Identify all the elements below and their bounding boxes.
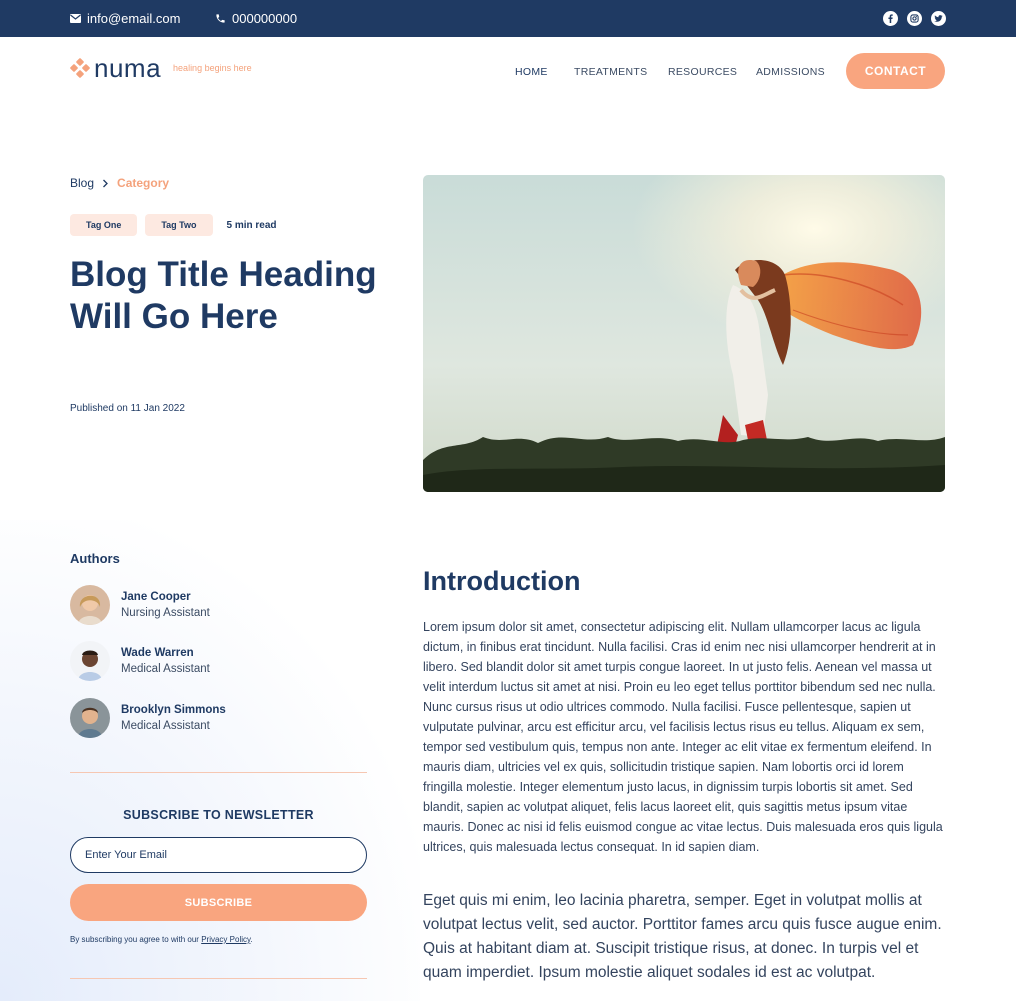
- newsletter-email-input[interactable]: [70, 837, 367, 873]
- tag-two[interactable]: Tag Two: [145, 214, 213, 236]
- phone-text: 000000000: [232, 11, 298, 26]
- article-heading: Introduction: [423, 566, 581, 596]
- email-text: info@email.com: [87, 11, 181, 26]
- contact-button[interactable]: CONTACT: [846, 53, 945, 89]
- twitter-icon[interactable]: [931, 11, 946, 26]
- privacy-policy-link[interactable]: Privacy Policy: [201, 935, 250, 944]
- hero-image: [423, 175, 945, 492]
- avatar: [70, 585, 110, 625]
- article-paragraph: Eget quis mi enim, leo lacinia pharetra,…: [423, 892, 942, 981]
- logo-name: numa: [94, 53, 162, 83]
- published-date: Published on 11 Jan 2022: [70, 403, 185, 414]
- divider: [70, 978, 367, 979]
- author-role: Medical Assistant: [121, 719, 210, 732]
- avatar: [70, 641, 110, 681]
- logo[interactable]: numa healing begins here: [69, 53, 252, 83]
- nav-treatments[interactable]: TREATMENTS: [574, 66, 647, 78]
- nav-admissions[interactable]: ADMISSIONS: [756, 66, 825, 78]
- page-title: Blog Title Heading Will Go Here: [70, 255, 377, 336]
- newsletter-note-text: By subscribing you agree to with our: [70, 935, 199, 944]
- logo-mark-icon: [69, 57, 91, 79]
- avatar: [70, 698, 110, 738]
- tag-list: Tag One Tag Two 5 min read: [70, 214, 277, 236]
- author-item[interactable]: Wade Warren Medical Assistant: [70, 641, 210, 681]
- site-header: numa healing begins here HOME TREATMENTS…: [0, 37, 1016, 107]
- author-item[interactable]: Jane Cooper Nursing Assistant: [70, 585, 210, 625]
- newsletter-note: By subscribing you agree to with our Pri…: [70, 935, 253, 944]
- newsletter-heading: SUBSCRIBE TO NEWSLETTER: [123, 808, 314, 822]
- read-time: 5 min read: [226, 219, 277, 231]
- author-name: Jane Cooper: [121, 590, 191, 603]
- social-links: [883, 11, 946, 26]
- breadcrumb-blog[interactable]: Blog: [70, 176, 94, 190]
- chevron-right-icon: [103, 179, 108, 187]
- breadcrumb-category[interactable]: Category: [117, 176, 169, 190]
- logo-tagline: healing begins here: [173, 63, 252, 73]
- tag-one[interactable]: Tag One: [70, 214, 138, 236]
- phone-contact[interactable]: 000000000: [215, 0, 297, 37]
- authors-heading: Authors: [70, 551, 120, 566]
- author-name: Wade Warren: [121, 646, 194, 659]
- mail-icon: [70, 14, 81, 23]
- divider: [70, 772, 367, 773]
- nav-home[interactable]: HOME: [515, 66, 548, 78]
- breadcrumb: Blog Category: [70, 176, 169, 190]
- nav-resources[interactable]: RESOURCES: [668, 66, 737, 78]
- instagram-icon[interactable]: [907, 11, 922, 26]
- facebook-icon[interactable]: [883, 11, 898, 26]
- author-item[interactable]: Brooklyn Simmons Medical Assistant: [70, 698, 226, 738]
- sidebar-background: [0, 520, 420, 1001]
- author-role: Medical Assistant: [121, 662, 210, 675]
- article-paragraph: Lorem ipsum dolor sit amet, consectetur …: [423, 620, 943, 854]
- author-role: Nursing Assistant: [121, 606, 210, 619]
- phone-icon: [216, 14, 225, 23]
- subscribe-button[interactable]: SUBSCRIBE: [70, 884, 367, 921]
- author-name: Brooklyn Simmons: [121, 703, 226, 716]
- newsletter-note-end: .: [250, 935, 253, 944]
- top-bar: info@email.com 000000000: [0, 0, 1016, 37]
- email-contact[interactable]: info@email.com: [70, 0, 180, 37]
